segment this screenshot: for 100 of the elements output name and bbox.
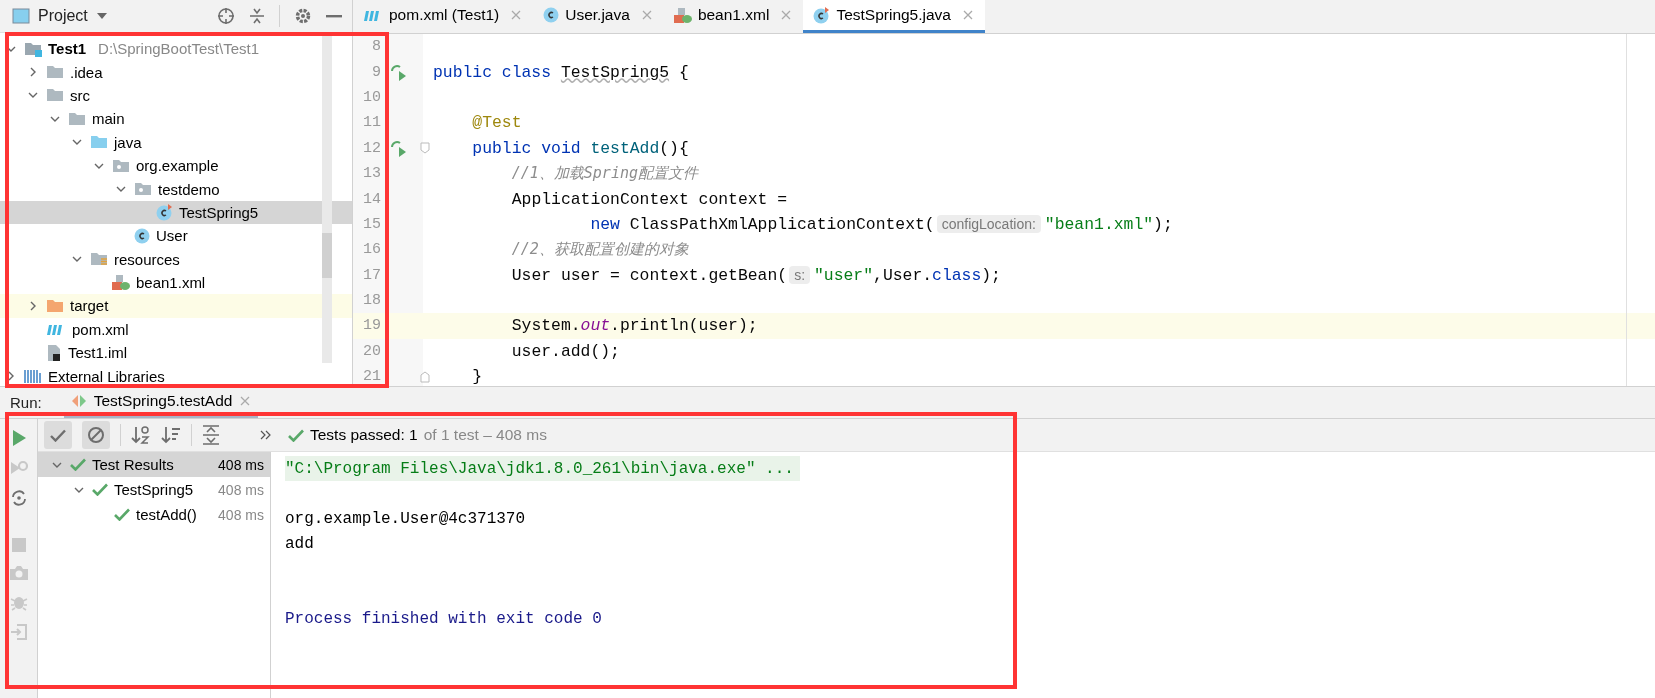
code-text: (){ bbox=[659, 138, 689, 158]
chevron-down-icon[interactable] bbox=[6, 45, 16, 52]
test-class-icon bbox=[156, 203, 173, 221]
tree-row[interactable]: TestSpring5 bbox=[0, 200, 352, 225]
resources-folder-icon bbox=[90, 251, 108, 268]
folder-icon bbox=[46, 298, 64, 314]
tree-row[interactable]: main bbox=[0, 107, 352, 131]
class-icon bbox=[134, 227, 150, 244]
code-string: "user" bbox=[814, 265, 874, 285]
test-class-icon bbox=[813, 6, 831, 24]
class-icon bbox=[543, 7, 560, 23]
tree-item-label: testdemo bbox=[158, 180, 220, 198]
tree-row[interactable]: External Libraries bbox=[0, 364, 352, 386]
tree-row[interactable]: User bbox=[0, 224, 352, 248]
tree-item-label: main bbox=[92, 110, 125, 128]
code-text: { bbox=[678, 62, 689, 82]
dropdown-caret-icon[interactable] bbox=[95, 12, 108, 20]
tree-item-label: .idea bbox=[70, 63, 103, 81]
code-annotation: @Test bbox=[472, 113, 522, 133]
tree-row[interactable]: .idea bbox=[0, 60, 352, 84]
console-line: add bbox=[284, 533, 315, 555]
module-folder-icon bbox=[24, 40, 42, 57]
line-number: 11 bbox=[362, 114, 381, 132]
code-text: TestSpring5 bbox=[560, 62, 670, 82]
test-name: testAdd() bbox=[136, 506, 197, 523]
line-number: 8 bbox=[371, 38, 381, 56]
tree-row[interactable]: resources bbox=[0, 247, 352, 271]
chevron-down-icon[interactable] bbox=[72, 139, 82, 146]
camera-icon[interactable] bbox=[8, 565, 29, 581]
run-test-icon[interactable] bbox=[389, 139, 407, 158]
collapse-all-icon[interactable] bbox=[249, 7, 265, 25]
locate-icon[interactable] bbox=[217, 7, 235, 25]
code-keyword: public void bbox=[472, 138, 582, 158]
line-number: 20 bbox=[362, 342, 381, 360]
tree-row[interactable]: org.example bbox=[0, 153, 352, 178]
tree-row[interactable]: Test1 D:\SpringBootTest\Test1 bbox=[0, 37, 352, 61]
code-method: testAdd bbox=[590, 138, 660, 158]
code-text: ClassPathXmlApplicationContext( bbox=[629, 214, 935, 234]
tree-item-label: External Libraries bbox=[48, 367, 165, 385]
tree-item-label: Test1.iml bbox=[68, 344, 128, 362]
minimize-icon[interactable] bbox=[326, 14, 342, 18]
code-comment: //1、加载Spring配置文件 bbox=[511, 164, 698, 184]
tree-item-label: target bbox=[70, 297, 109, 315]
tree-row[interactable]: java bbox=[0, 130, 352, 154]
sort-alphabetically-icon[interactable] bbox=[131, 425, 151, 445]
expand-all-icon[interactable] bbox=[202, 425, 220, 445]
test-name: TestSpring5 bbox=[114, 481, 194, 498]
test-run-icon bbox=[71, 395, 86, 407]
chevron-down-icon[interactable] bbox=[72, 256, 82, 263]
test-result-row[interactable]: TestSpring5 408 ms bbox=[38, 477, 270, 502]
chevron-right-icon[interactable] bbox=[30, 67, 36, 78]
chevron-down-icon[interactable] bbox=[116, 186, 126, 193]
tree-row[interactable]: Test1.iml bbox=[0, 341, 352, 365]
line-number: 10 bbox=[362, 88, 381, 106]
panel-title[interactable]: Project bbox=[38, 7, 88, 25]
test-result-row[interactable]: Test Results 408 ms bbox=[38, 452, 270, 477]
chevron-down-icon[interactable] bbox=[74, 486, 84, 493]
code-text: System. bbox=[511, 316, 581, 336]
tree-item-label: User bbox=[156, 227, 188, 245]
editor-tab[interactable]: TestSpring5.java bbox=[803, 0, 985, 33]
code-keyword: class bbox=[932, 265, 982, 285]
xml-file-icon bbox=[112, 274, 130, 292]
sort-by-duration-icon[interactable] bbox=[161, 425, 181, 445]
chevron-right-icon[interactable] bbox=[8, 371, 14, 382]
test-duration: 408 ms bbox=[218, 506, 264, 523]
tree-row[interactable]: bean1.xml bbox=[0, 270, 352, 295]
close-icon[interactable] bbox=[963, 10, 973, 20]
toggle-auto-test-icon[interactable] bbox=[9, 489, 28, 507]
code-text: } bbox=[472, 367, 483, 386]
chevron-right-icon[interactable] bbox=[30, 301, 36, 311]
tree-row[interactable]: src bbox=[0, 83, 352, 108]
folder-icon bbox=[46, 64, 64, 81]
test-result-row[interactable]: testAdd() 408 ms bbox=[38, 502, 270, 527]
chevron-down-icon[interactable] bbox=[94, 162, 104, 169]
code-string: "bean1.xml" bbox=[1044, 214, 1154, 234]
test-name: Test Results bbox=[92, 456, 174, 473]
parameter-hint: configLocation: bbox=[936, 215, 1041, 234]
run-test-icon[interactable] bbox=[389, 63, 407, 82]
chevron-down-icon[interactable] bbox=[28, 92, 38, 99]
editor-tab[interactable]: pom.xml (Test1) bbox=[353, 0, 534, 33]
code-text: .println(user); bbox=[610, 316, 758, 336]
console-line: Process finished with exit code 0 bbox=[284, 608, 603, 630]
chevron-down-icon[interactable] bbox=[52, 461, 62, 468]
run-icon[interactable] bbox=[10, 429, 27, 447]
tests-summary: of 1 test – 408 ms bbox=[423, 426, 547, 444]
editor-tab[interactable]: User.java bbox=[533, 0, 664, 33]
code-text: ApplicationContext context = bbox=[511, 189, 788, 209]
tree-item-label: org.example bbox=[136, 157, 219, 175]
test-duration: 408 ms bbox=[218, 456, 264, 473]
tree-row[interactable]: pom.xml bbox=[0, 317, 352, 342]
show-ignored-toggle[interactable] bbox=[82, 421, 110, 449]
editor-tab[interactable]: bean1.xml bbox=[663, 0, 804, 33]
chevron-down-icon[interactable] bbox=[50, 115, 60, 122]
scrollbar[interactable] bbox=[322, 33, 332, 363]
show-passed-toggle[interactable] bbox=[44, 421, 72, 449]
settings-icon[interactable] bbox=[294, 7, 312, 25]
tree-row[interactable]: target bbox=[0, 294, 352, 318]
tree-row[interactable]: testdemo bbox=[0, 177, 352, 201]
more-icon[interactable] bbox=[260, 430, 272, 440]
folder-icon bbox=[68, 110, 86, 127]
